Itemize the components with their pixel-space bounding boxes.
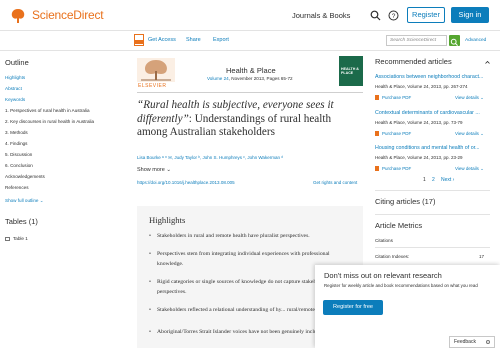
recommended-articles-title[interactable]: Recommended articles	[375, 57, 452, 66]
advanced-search-link[interactable]: Advanced	[465, 38, 486, 43]
view-details-link[interactable]: View details ⌄	[455, 166, 484, 172]
feedback-label: Feedback	[454, 339, 476, 345]
outline-item-section-2[interactable]: 2. Key discourses in rural health in Aus…	[5, 119, 94, 124]
sign-in-button[interactable]: Sign in	[451, 7, 489, 23]
show-full-outline-link[interactable]: Show full outline ⌄	[5, 198, 44, 204]
outline-item-abstract[interactable]: Abstract	[5, 86, 22, 91]
purchase-pdf-label: Purchase PDF	[382, 95, 412, 100]
outline-item-keywords[interactable]: Keywords	[5, 97, 25, 102]
divider	[375, 190, 490, 191]
outline-item-highlights[interactable]: Highlights	[5, 75, 25, 80]
elsevier-tree-logo-icon[interactable]	[9, 8, 27, 24]
purchase-pdf-label: Purchase PDF	[382, 166, 412, 171]
outline-item-acknowledgements[interactable]: Acknowledgements	[5, 174, 45, 179]
search-icon[interactable]	[370, 10, 381, 21]
journal-cover-text: HEALTH & PLACE	[341, 67, 359, 75]
divider	[375, 247, 490, 248]
pdf-icon	[375, 95, 379, 101]
citations-label: Citations	[375, 238, 393, 243]
top-navigation-bar: ScienceDirect Journals & Books ? Registe…	[0, 0, 500, 31]
recommended-article-link[interactable]: Contextual determinants of cardiovascula…	[375, 110, 480, 116]
export-link[interactable]: Export	[213, 37, 229, 43]
purchase-pdf-label: Purchase PDF	[382, 131, 412, 136]
publisher-name: ELSEVIER	[138, 83, 167, 89]
outline-title: Outline	[5, 58, 29, 67]
pdf-icon	[134, 34, 144, 46]
pdf-icon	[375, 131, 379, 137]
journals-books-link[interactable]: Journals & Books	[292, 11, 350, 20]
highlights-title: Highlights	[149, 215, 186, 225]
citing-articles-title[interactable]: Citing articles (17)	[375, 197, 435, 206]
show-more-button[interactable]: Show more ⌄	[137, 167, 171, 173]
svg-text:?: ?	[392, 13, 396, 20]
recommended-article-meta: Health & Place, Volume 24, 2013, pp. 73-…	[375, 120, 463, 125]
journal-name-link[interactable]: Health & Place	[226, 66, 276, 75]
outline-item-section-3[interactable]: 3. Methods	[5, 130, 28, 135]
recommended-article-link[interactable]: Housing conditions and mental health of …	[375, 145, 480, 151]
outline-item-references[interactable]: References	[5, 185, 29, 190]
volume-link[interactable]: Volume 24	[207, 76, 229, 81]
citation-indexes-value: 17	[479, 254, 485, 259]
search-icon	[450, 38, 458, 46]
table-1-link[interactable]: Table 1	[5, 236, 28, 241]
outline-item-section-5[interactable]: 5. Discussion	[5, 152, 32, 157]
author-list[interactable]: Lisa Bourke ᵃ ⁸ ✉, Judy Taylor ᵇ, John S…	[137, 155, 283, 161]
register-button[interactable]: Register	[407, 7, 445, 23]
divider	[375, 214, 490, 215]
register-for-free-button[interactable]: Register for free	[323, 300, 383, 315]
popup-body: Register for weekly article and book rec…	[324, 283, 478, 288]
table-1-label: Table 1	[13, 236, 28, 241]
get-access-link[interactable]: Get Access	[148, 37, 176, 43]
journal-volume-info: Volume 24, November 2013, Pages 65-72	[207, 76, 293, 81]
outline-item-section-4[interactable]: 4. Findings	[5, 141, 27, 146]
popup-title: Don't miss out on relevant research	[324, 271, 442, 280]
feedback-button[interactable]: Feedback	[449, 336, 495, 348]
pdf-icon	[375, 166, 379, 172]
journal-cover-image[interactable]: HEALTH & PLACE	[339, 56, 363, 86]
view-details-link[interactable]: View details ⌄	[455, 95, 484, 101]
sciencedirect-logo-text[interactable]: ScienceDirect	[32, 8, 104, 22]
highlight-item: Stakeholders in rural and remote health …	[149, 231, 355, 241]
article-metrics-title[interactable]: Article Metrics	[375, 221, 422, 230]
article-toolbar: Get Access Share Export Search ScienceDi…	[0, 31, 500, 51]
feedback-icon	[486, 340, 490, 344]
outline-item-section-1[interactable]: 1. Perspectives of rural health in Austr…	[5, 108, 90, 113]
volume-details: , November 2013, Pages 65-72	[228, 76, 293, 81]
recommended-article-link[interactable]: Associations between neighborhood charac…	[375, 74, 483, 80]
view-details-link[interactable]: View details ⌄	[455, 131, 484, 137]
search-submit-button[interactable]	[449, 35, 460, 46]
help-icon[interactable]: ?	[388, 10, 399, 21]
chevron-up-icon[interactable]	[485, 60, 490, 65]
rights-content-link[interactable]: Get rights and content	[313, 180, 357, 185]
purchase-pdf-link[interactable]: Purchase PDF	[375, 166, 412, 172]
table-icon	[5, 236, 10, 241]
elsevier-tree-logo-icon[interactable]	[137, 58, 175, 82]
purchase-pdf-link[interactable]: Purchase PDF	[375, 131, 412, 137]
pagination-page-1[interactable]: 1	[423, 177, 426, 183]
tables-title: Tables (1)	[5, 217, 38, 226]
recommended-article-meta: Health & Place, Volume 24, 2013, pp. 23-…	[375, 155, 463, 160]
article-title: “Rural health is subjective, everyone se…	[137, 99, 363, 140]
share-link[interactable]: Share	[186, 37, 201, 43]
search-input[interactable]: Search ScienceDirect	[386, 35, 447, 46]
recommended-article-meta: Health & Place, Volume 24, 2013, pp. 267…	[375, 84, 468, 89]
purchase-pdf-link[interactable]: Purchase PDF	[375, 95, 412, 101]
pagination-page-2[interactable]: 2	[432, 177, 435, 183]
citation-indexes-label: Citation Indexes:	[375, 254, 410, 259]
doi-link[interactable]: https://doi.org/10.1016/j.healthplace.20…	[137, 180, 235, 185]
pagination-next[interactable]: Next ›	[441, 177, 454, 183]
outline-item-section-6[interactable]: 6. Conclusion	[5, 163, 33, 168]
divider	[137, 92, 363, 93]
